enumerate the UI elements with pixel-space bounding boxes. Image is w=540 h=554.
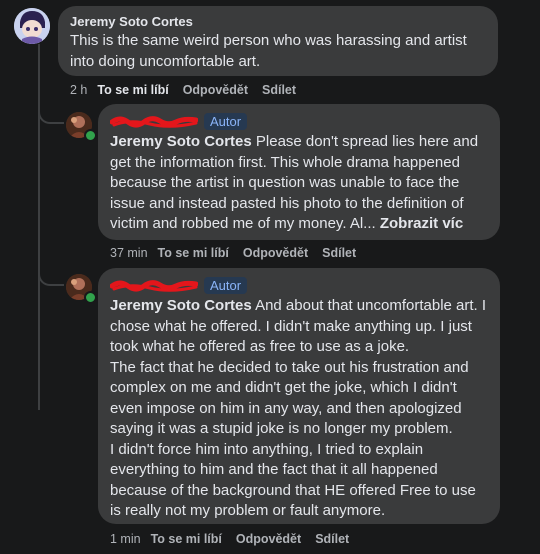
reply-text-paragraph: The fact that he decided to take out his… — [110, 358, 469, 438]
reply-bubble: Autor Jeremy Soto Cortes And about that … — [98, 268, 500, 524]
comment-time[interactable]: 2 h — [70, 83, 87, 97]
cartoon-avatar-icon — [14, 8, 50, 44]
share-button[interactable]: Sdílet — [322, 246, 356, 260]
reply-author[interactable]: Jeremy Soto Cortes — [110, 133, 252, 150]
reply-button[interactable]: Odpovědět — [243, 246, 308, 260]
like-button[interactable]: To se mi líbí — [158, 246, 229, 260]
like-button[interactable]: To se mi líbí — [151, 532, 222, 546]
thread-branch — [38, 100, 64, 124]
reply-button[interactable]: Odpovědět — [236, 532, 301, 546]
reply-button[interactable]: Odpovědět — [183, 83, 248, 97]
redacted-name-scribble — [110, 116, 198, 128]
reply-time[interactable]: 1 min — [110, 532, 141, 546]
comment-actions: 2 h To se mi líbí Odpovědět Sdílet — [70, 83, 310, 97]
author-badge: Autor — [204, 112, 248, 130]
thread-branch — [38, 262, 64, 286]
redacted-name-scribble — [110, 280, 198, 292]
avatar[interactable] — [14, 8, 50, 44]
reply-actions: 37 min To se mi líbí Odpovědět Sdílet — [110, 246, 370, 260]
share-button[interactable]: Sdílet — [262, 83, 296, 97]
like-button[interactable]: To se mi líbí — [97, 83, 168, 97]
reply-author[interactable]: Jeremy Soto Cortes — [110, 297, 252, 314]
reply-text-paragraph: I didn't force him into anything, I trie… — [110, 440, 476, 520]
comment-author[interactable]: Jeremy Soto Cortes — [70, 14, 486, 29]
comment-bubble: Jeremy Soto Cortes This is the same weir… — [58, 6, 498, 76]
online-indicator — [84, 291, 97, 304]
reply-time[interactable]: 37 min — [110, 246, 148, 260]
comment-text: This is the same weird person who was ha… — [70, 32, 467, 70]
share-button[interactable]: Sdílet — [315, 532, 349, 546]
see-more-link[interactable]: Zobrazit víc — [380, 215, 463, 232]
author-badge: Autor — [204, 276, 248, 294]
reply-actions: 1 min To se mi líbí Odpovědět Sdílet — [110, 532, 363, 546]
online-indicator — [84, 129, 97, 142]
reply-bubble: Autor Jeremy Soto Cortes Please don't sp… — [98, 104, 500, 240]
